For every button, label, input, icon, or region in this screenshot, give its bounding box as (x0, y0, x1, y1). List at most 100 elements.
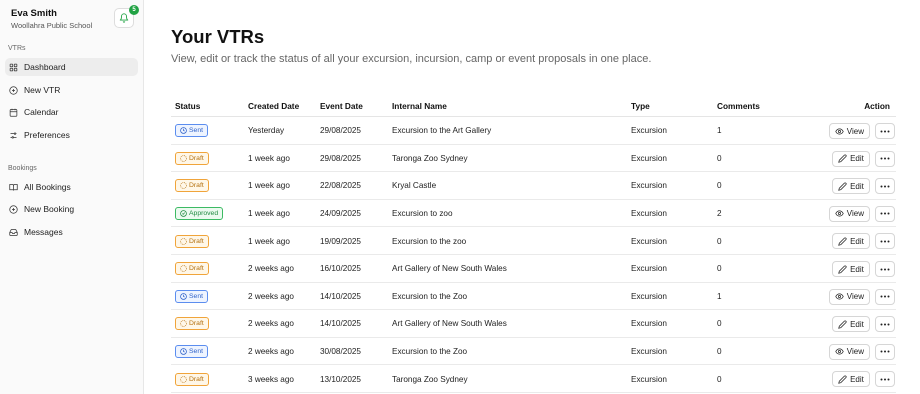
more-actions-button[interactable] (875, 233, 895, 250)
status-badge-label: Sent (189, 348, 203, 356)
more-actions-button[interactable] (875, 178, 895, 195)
action-button-label: View (846, 209, 864, 219)
check-circle-icon (180, 210, 187, 217)
status-cell: Draft (175, 145, 209, 173)
table-row[interactable]: Sent 2 weeks ago 30/08/2025 Excursion to th… (171, 338, 896, 366)
eye-icon (835, 210, 844, 217)
type-cell: Excursion (631, 264, 667, 274)
book-icon (9, 183, 18, 191)
page-subtitle: View, edit or track the status of all yo… (171, 53, 652, 65)
table-row[interactable]: Draft 2 weeks ago 14/10/2025 Art Gallery of… (171, 310, 896, 338)
more-actions-button[interactable] (875, 316, 895, 333)
action-button-label: Edit (850, 264, 864, 274)
internal-name-cell: Art Gallery of New South Wales (392, 264, 507, 274)
sidebar-item-new-booking[interactable]: New Booking (5, 200, 138, 218)
status-badge-label: Draft (189, 237, 204, 245)
status-badge: Draft (175, 234, 209, 248)
table-row[interactable]: Draft 1 week ago 22/08/2025 Kryal Castle Exc… (171, 172, 896, 200)
clock-icon (180, 293, 187, 300)
event-date-cell: 16/10/2025 (320, 264, 361, 274)
table-row[interactable]: Sent 2 weeks ago 14/10/2025 Excursion to th… (171, 283, 896, 311)
column-header-internal-name: Internal Name (392, 101, 447, 111)
sidebar-item-dashboard[interactable]: Dashboard (5, 58, 138, 76)
ellipsis-icon (880, 268, 890, 270)
more-actions-button[interactable] (875, 123, 895, 139)
pencil-icon (838, 264, 847, 274)
created-date-cell: 2 weeks ago (248, 319, 294, 329)
notification-count-badge: 5 (129, 5, 139, 15)
edit-button[interactable]: Edit (832, 150, 870, 167)
created-date-cell: 2 weeks ago (248, 291, 294, 301)
event-date-cell: 30/08/2025 (320, 347, 361, 357)
column-header-created-date: Created Date (248, 101, 300, 111)
more-actions-button[interactable] (875, 150, 895, 167)
edit-button[interactable]: Edit (832, 178, 870, 195)
section-label-bookings: Bookings (8, 165, 37, 172)
status-badge-label: Draft (189, 320, 204, 328)
edit-button[interactable]: Edit (832, 233, 870, 250)
more-actions-button[interactable] (875, 343, 895, 360)
action-button-label: Edit (850, 319, 864, 329)
table-row[interactable]: Sent Yesterday 29/08/2025 Excursion to the … (171, 117, 896, 145)
view-button[interactable]: View (828, 205, 870, 222)
created-date-cell: 1 week ago (248, 209, 290, 219)
created-date-cell: 1 week ago (248, 153, 290, 163)
sliders-icon (10, 132, 17, 138)
table-row[interactable]: Approved 1 week ago 24/09/2025 Excursion to… (171, 200, 896, 228)
sidebar-item-preferences[interactable]: Preferences (5, 126, 138, 144)
created-date-cell: Yesterday (248, 126, 285, 136)
circle-dashed-icon (180, 265, 187, 273)
edit-button[interactable]: Edit (832, 371, 870, 388)
sidebar-item-label: Dashboard (24, 62, 66, 72)
status-badge: Sent (175, 289, 208, 303)
status-cell: Draft (175, 365, 209, 393)
sidebar-item-new-vtr[interactable]: New VTR (5, 81, 138, 99)
status-badge-label: Draft (189, 265, 204, 273)
event-date-cell: 29/08/2025 (320, 153, 361, 163)
status-badge-label: Draft (189, 375, 204, 383)
type-cell: Excursion (631, 236, 667, 246)
internal-name-cell: Excursion to the Art Gallery (392, 126, 492, 136)
sidebar-item-all-bookings[interactable]: All Bookings (5, 178, 138, 196)
table-row[interactable]: Draft 1 week ago 19/09/2025 Excursion to th… (171, 227, 896, 255)
edit-button[interactable]: Edit (832, 316, 870, 333)
sidebar-item-calendar[interactable]: Calendar (5, 103, 138, 121)
more-actions-button[interactable] (875, 205, 895, 222)
sidebar-item-label: Messages (24, 227, 63, 237)
status-cell: Sent (175, 117, 208, 145)
comments-cell: 0 (717, 319, 722, 329)
pencil-icon (838, 320, 847, 329)
view-button[interactable]: View (828, 343, 870, 360)
comments-cell: 0 (717, 153, 722, 163)
status-cell: Draft (175, 172, 209, 200)
sidebar-item-label: All Bookings (24, 182, 71, 192)
comments-cell: 0 (717, 236, 722, 246)
circle-dashed-icon (180, 182, 187, 190)
sidebar-item-messages[interactable]: Messages (5, 223, 138, 241)
view-button[interactable]: View (828, 288, 870, 305)
internal-name-cell: Kryal Castle (392, 181, 437, 191)
event-date-cell: 14/10/2025 (320, 319, 361, 329)
sidebar: Eva Smith Woollahra Public School 5 VTRs… (0, 0, 144, 394)
status-badge: Draft (175, 179, 209, 193)
more-actions-button[interactable] (875, 371, 895, 388)
more-actions-button[interactable] (875, 288, 895, 305)
section-label-vtrs: VTRs (8, 45, 26, 52)
ellipsis-icon (880, 350, 890, 353)
comments-cell: 1 (717, 126, 722, 136)
circle-dashed-icon (180, 375, 187, 383)
table-row[interactable]: Draft 3 weeks ago 13/10/2025 Taronga Zoo Sy… (171, 365, 896, 393)
created-date-cell: 1 week ago (248, 236, 290, 246)
status-badge: Approved (175, 207, 224, 221)
action-button-label: Edit (850, 236, 864, 246)
more-actions-button[interactable] (875, 261, 895, 277)
status-cell: Draft (175, 255, 209, 283)
pencil-icon (838, 237, 847, 246)
view-button[interactable]: View (828, 123, 870, 139)
event-date-cell: 13/10/2025 (320, 374, 361, 384)
table-row[interactable]: Draft 2 weeks ago 16/10/2025 Art Gallery of… (171, 255, 896, 283)
created-date-cell: 2 weeks ago (248, 347, 294, 357)
edit-button[interactable]: Edit (832, 261, 870, 277)
table-row[interactable]: Draft 1 week ago 29/08/2025 Taronga Zoo Syd… (171, 145, 896, 173)
event-date-cell: 19/09/2025 (320, 236, 361, 246)
